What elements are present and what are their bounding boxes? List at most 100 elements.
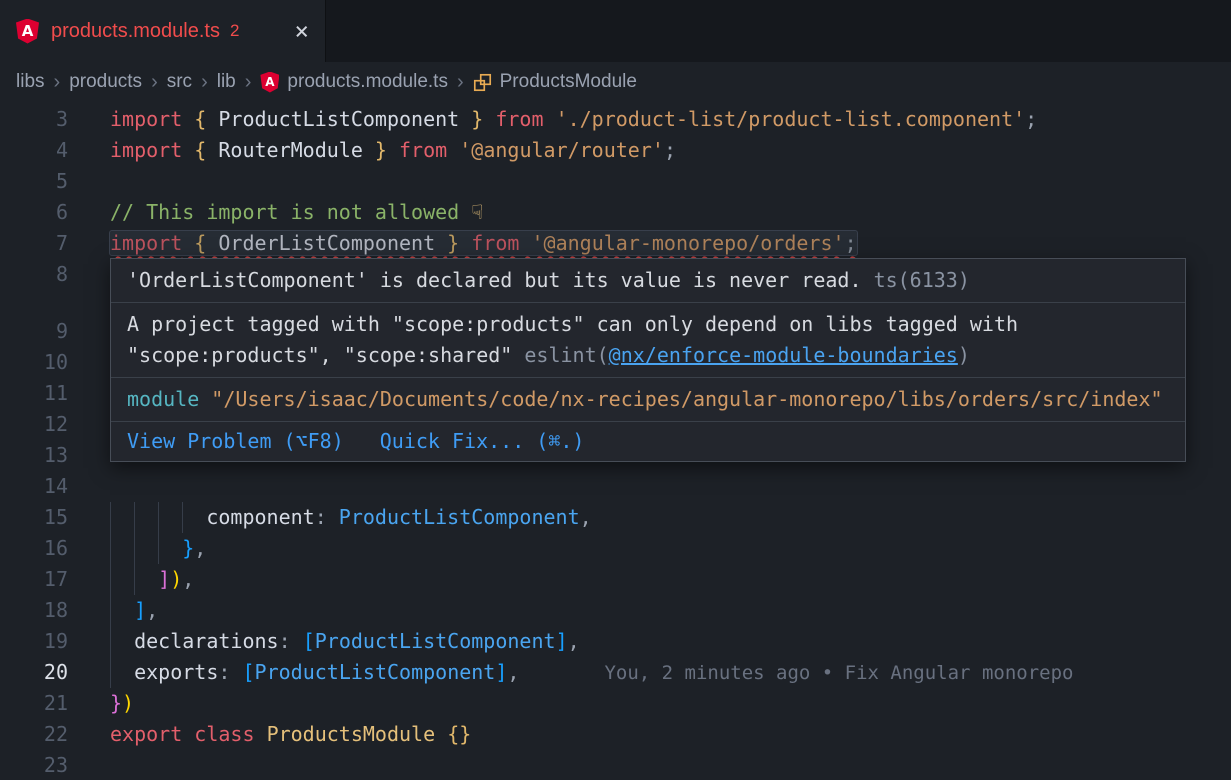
eslint-rule-link[interactable]: @nx/enforce-module-boundaries [609, 343, 958, 367]
code-line-19[interactable]: 19 declarations: [ProductListComponent], [0, 626, 1231, 657]
line-number[interactable]: 17 [0, 564, 68, 595]
line-number[interactable]: 11 [0, 378, 68, 409]
indent-guide [134, 533, 135, 564]
chevron-right-icon: › [201, 71, 208, 94]
quick-fix-link[interactable]: Quick Fix... (⌘.) [380, 426, 585, 457]
code-content[interactable]: ], [68, 595, 1231, 626]
code-content[interactable]: import { ProductListComponent } from './… [68, 104, 1231, 135]
hover-actions: View Problem (⌥F8) Quick Fix... (⌘.) [111, 422, 1185, 461]
indent-guide [158, 533, 159, 564]
line-number[interactable]: 6 [0, 197, 68, 228]
line-number[interactable]: 3 [0, 104, 68, 135]
view-problem-link[interactable]: View Problem (⌥F8) [127, 426, 344, 457]
chevron-right-icon: › [151, 71, 158, 94]
git-blame-annotation: You, 2 minutes ago • Fix Angular monorep… [604, 662, 1073, 684]
angular-icon: A [16, 19, 39, 44]
ts-error-text: 'OrderListComponent' is declared but its… [127, 268, 862, 292]
line-number[interactable]: 7 [0, 228, 68, 259]
code-content[interactable] [68, 166, 1231, 197]
indent-guide [110, 533, 111, 564]
line-number[interactable]: 18 [0, 595, 68, 626]
hover-module-path: module "/Users/isaac/Documents/code/nx-r… [111, 378, 1185, 422]
code-content[interactable]: import { OrderListComponent } from '@ang… [68, 228, 1231, 259]
code-content[interactable]: }, [68, 533, 1231, 564]
breadcrumb: libs › products › src › lib › A products… [0, 62, 1231, 102]
tab-error-count-badge: 2 [230, 21, 239, 41]
hover-ts-error: 'OrderListComponent' is declared but its… [111, 259, 1185, 303]
code-line-4[interactable]: 4import { RouterModule } from '@angular/… [0, 135, 1231, 166]
error-hover-tooltip: 'OrderListComponent' is declared but its… [110, 258, 1186, 462]
eslint-source-close: ) [958, 343, 970, 367]
indent-guide [182, 502, 183, 533]
code-line-3[interactable]: 3import { ProductListComponent } from '.… [0, 104, 1231, 135]
breadcrumb-item-lib[interactable]: lib [217, 71, 236, 93]
line-number[interactable]: 5 [0, 166, 68, 197]
code-line-21[interactable]: 21}) [0, 688, 1231, 719]
code-line-5[interactable]: 5 [0, 166, 1231, 197]
chevron-right-icon: › [54, 71, 61, 94]
code-content[interactable]: export class ProductsModule {} [68, 719, 1231, 750]
code-line-17[interactable]: 17 ]), [0, 564, 1231, 595]
chevron-right-icon: › [245, 71, 252, 94]
tab-bar: A products.module.ts 2 × [0, 0, 1231, 62]
code-line-18[interactable]: 18 ], [0, 595, 1231, 626]
ts-error-code: ts(6133) [874, 268, 970, 292]
class-symbol-icon [473, 73, 492, 92]
close-icon[interactable]: × [295, 19, 309, 43]
code-content[interactable]: exports: [ProductListComponent],You, 2 m… [68, 657, 1231, 688]
code-line-20[interactable]: 20 exports: [ProductListComponent],You, … [0, 657, 1231, 688]
code-content[interactable]: }) [68, 688, 1231, 719]
line-number[interactable]: 9 [0, 316, 68, 347]
breadcrumb-item-products[interactable]: products [69, 71, 142, 93]
line-number[interactable]: 20 [0, 657, 68, 688]
error-squiggle-statement[interactable]: import { OrderListComponent } from '@ang… [110, 231, 857, 255]
code-content[interactable]: ]), [68, 564, 1231, 595]
breadcrumb-item-symbol[interactable]: ProductsModule [473, 71, 637, 93]
line-number[interactable]: 10 [0, 347, 68, 378]
breadcrumb-file-label: products.module.ts [287, 71, 448, 93]
tab-strip-empty [326, 0, 1231, 62]
line-number[interactable]: 16 [0, 533, 68, 564]
breadcrumb-item-src[interactable]: src [167, 71, 192, 93]
chevron-right-icon: › [457, 71, 464, 94]
line-number[interactable]: 22 [0, 719, 68, 750]
breadcrumb-item-libs[interactable]: libs [16, 71, 45, 93]
line-number[interactable]: 23 [0, 750, 68, 780]
line-number[interactable]: 14 [0, 471, 68, 502]
indent-guide [110, 502, 111, 533]
module-path: "/Users/isaac/Documents/code/nx-recipes/… [211, 387, 1162, 411]
code-content[interactable]: component: ProductListComponent, [68, 502, 1231, 533]
editor[interactable]: 3import { ProductListComponent } from '.… [0, 102, 1231, 780]
angular-icon-letter: A [265, 76, 274, 88]
breadcrumb-item-file[interactable]: A products.module.ts [260, 71, 448, 93]
line-number[interactable]: 12 [0, 409, 68, 440]
code-content[interactable] [68, 750, 1231, 780]
code-content[interactable]: declarations: [ProductListComponent], [68, 626, 1231, 657]
code-line-22[interactable]: 22export class ProductsModule {} [0, 719, 1231, 750]
line-number[interactable]: 8 [0, 259, 68, 290]
module-keyword: module [127, 387, 199, 411]
code-line-6[interactable]: 6// This import is not allowed ☟ [0, 197, 1231, 228]
code-content[interactable]: // This import is not allowed ☟ [68, 197, 1231, 228]
indent-guide [110, 626, 111, 657]
code-line-7[interactable]: 7 import { OrderListComponent } from '@an… [0, 228, 1231, 259]
code-content[interactable]: import { RouterModule } from '@angular/r… [68, 135, 1231, 166]
indent-guide [110, 595, 111, 626]
tab-title: products.module.ts [51, 20, 220, 43]
line-number[interactable]: 4 [0, 135, 68, 166]
code-line-16[interactable]: 16 }, [0, 533, 1231, 564]
indent-guide [134, 564, 135, 595]
code-content[interactable] [68, 471, 1231, 502]
code-line-14[interactable]: 14 [0, 471, 1231, 502]
line-number[interactable]: 13 [0, 440, 68, 471]
angular-icon: A [260, 72, 279, 93]
line-number[interactable]: 21 [0, 688, 68, 719]
code-line-23[interactable]: 23 [0, 750, 1231, 780]
indent-guide [134, 502, 135, 533]
code-line-15[interactable]: 15 component: ProductListComponent, [0, 502, 1231, 533]
line-number[interactable]: 15 [0, 502, 68, 533]
angular-icon-letter: A [22, 24, 34, 39]
breadcrumb-symbol-label: ProductsModule [500, 71, 637, 93]
line-number[interactable]: 19 [0, 626, 68, 657]
tab-products-module-ts[interactable]: A products.module.ts 2 × [0, 0, 326, 62]
